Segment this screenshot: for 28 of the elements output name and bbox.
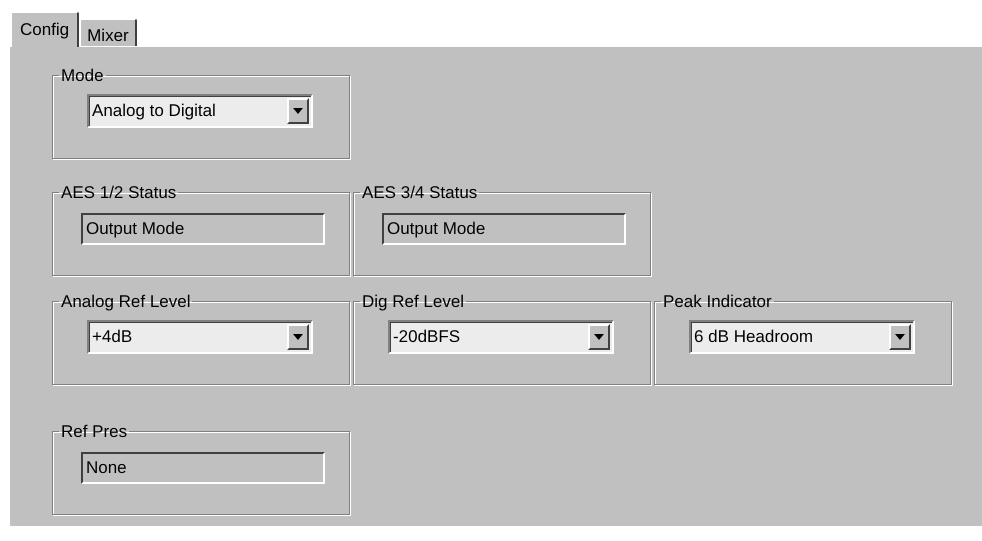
caret-icon (895, 334, 905, 340)
group-title: Peak Indicator (662, 293, 773, 310)
status-readout: Output Mode (81, 213, 325, 245)
dropdown-value: Analog to Digital (91, 100, 217, 122)
caret-icon (293, 108, 303, 114)
dropdown[interactable]: Analog to Digital (87, 94, 313, 128)
dropdown-arrow-button[interactable] (287, 98, 309, 124)
group-title: AES 3/4 Status (361, 184, 478, 201)
caret-icon (594, 334, 604, 340)
group-title: Analog Ref Level (60, 293, 192, 310)
group-title: Mode (60, 67, 105, 84)
dropdown[interactable]: -20dBFS (388, 320, 614, 354)
status-readout: Output Mode (382, 213, 626, 245)
caret-icon (293, 334, 303, 340)
tab[interactable]: Config (10, 11, 80, 47)
dropdown-arrow-button[interactable] (889, 324, 911, 350)
dropdown-arrow-button[interactable] (588, 324, 610, 350)
group-title: Ref Pres (60, 423, 128, 440)
group-title: AES 1/2 Status (60, 184, 178, 201)
dropdown-value: -20dBFS (392, 326, 462, 348)
dropdown-arrow-button[interactable] (287, 324, 309, 350)
dropdown[interactable]: 6 dB Headroom (689, 320, 915, 354)
group-title: Dig Ref Level (361, 293, 466, 310)
dropdown-value: +4dB (91, 326, 134, 348)
status-readout: None (81, 452, 325, 484)
tab[interactable]: Mixer (79, 18, 137, 46)
dropdown-value: 6 dB Headroom (693, 326, 814, 348)
dropdown[interactable]: +4dB (87, 320, 313, 354)
